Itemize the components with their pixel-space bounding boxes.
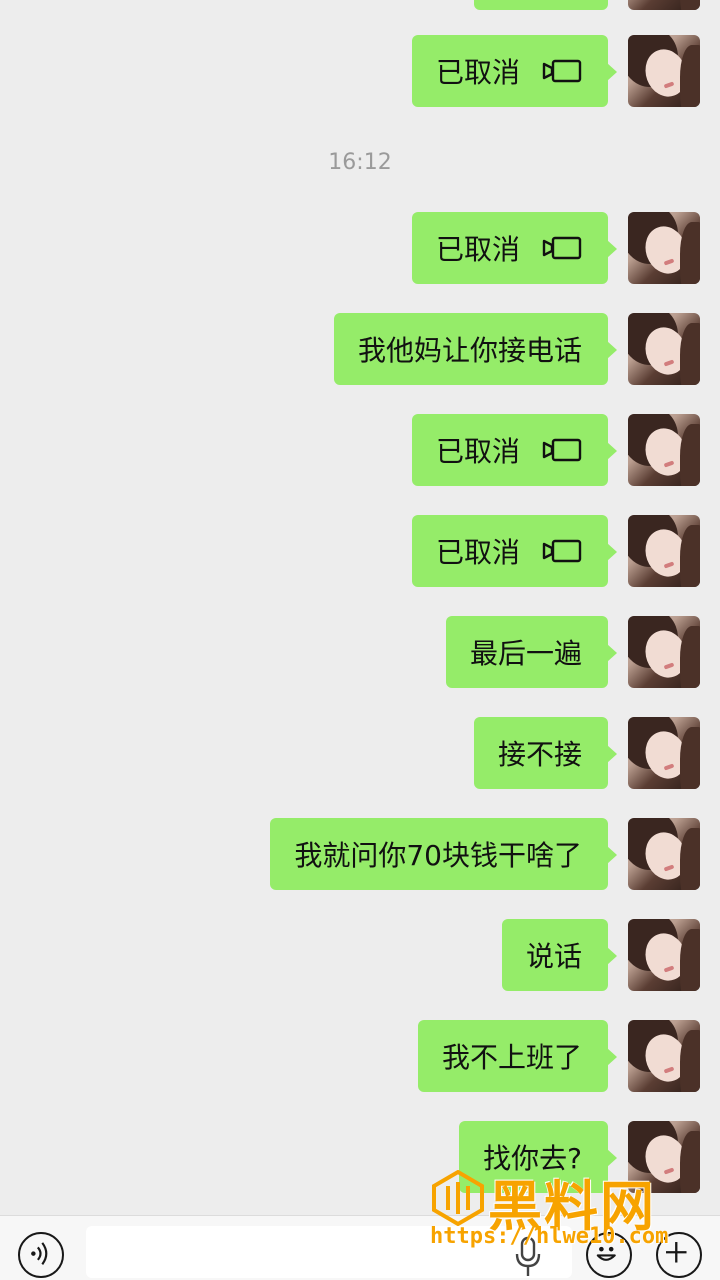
message-row: 已取消 xyxy=(411,35,700,107)
avatar[interactable] xyxy=(628,818,700,890)
message-row: 已取消 xyxy=(411,212,700,284)
watermark-url: https://hlwe10.com xyxy=(430,1224,669,1249)
avatar[interactable] xyxy=(628,616,700,688)
avatar[interactable] xyxy=(628,1020,700,1092)
message-text: 我不上班了 xyxy=(441,1041,582,1074)
message-bubble[interactable] xyxy=(474,0,608,10)
message-row: 我他妈让你接电话 xyxy=(333,313,700,385)
video-call-icon xyxy=(542,438,582,462)
message-bubble[interactable]: 我他妈让你接电话 xyxy=(333,313,618,385)
avatar[interactable] xyxy=(628,313,700,385)
watermark: 黑料网 https://hlwe10.com xyxy=(430,1162,710,1262)
message-bubble[interactable]: 接不接 xyxy=(473,717,618,789)
message-text: 已取消 xyxy=(435,233,520,266)
message-text: 已取消 xyxy=(435,56,520,89)
video-call-icon xyxy=(542,539,582,563)
message-text: 最后一遍 xyxy=(469,637,582,670)
video-call-bubble[interactable]: 已取消 xyxy=(411,515,618,587)
video-call-bubble[interactable]: 已取消 xyxy=(411,212,618,284)
message-row: 已取消 xyxy=(411,414,700,486)
avatar[interactable] xyxy=(628,515,700,587)
chat-area[interactable]: 已取消 16:12 已取消 我他妈让你接电话 已取消 已取消 最后一遍 接不接 … xyxy=(0,0,720,1215)
message-text: 我他妈让你接电话 xyxy=(357,334,582,367)
avatar[interactable] xyxy=(628,414,700,486)
avatar[interactable] xyxy=(628,212,700,284)
message-bubble[interactable]: 最后一遍 xyxy=(445,616,618,688)
avatar[interactable] xyxy=(628,0,700,10)
message-text: 已取消 xyxy=(435,435,520,468)
message-text: 接不接 xyxy=(497,738,582,771)
message-row xyxy=(474,0,700,10)
message-row: 我就问你70块钱干啥了 xyxy=(270,818,700,890)
avatar[interactable] xyxy=(628,717,700,789)
video-call-bubble[interactable]: 已取消 xyxy=(411,414,618,486)
message-row: 说话 xyxy=(501,919,700,991)
watermark-logo-icon xyxy=(432,1170,484,1226)
voice-icon[interactable] xyxy=(18,1232,64,1278)
video-call-bubble[interactable]: 已取消 xyxy=(411,35,618,107)
message-text: 我就问你70块钱干啥了 xyxy=(294,839,582,872)
message-text: 已取消 xyxy=(435,536,520,569)
message-text: 说话 xyxy=(525,940,582,973)
message-row: 最后一遍 xyxy=(445,616,700,688)
avatar[interactable] xyxy=(628,919,700,991)
message-row: 已取消 xyxy=(411,515,700,587)
message-bubble[interactable]: 说话 xyxy=(501,919,618,991)
video-call-icon xyxy=(542,236,582,260)
message-row: 我不上班了 xyxy=(417,1020,700,1092)
message-bubble[interactable]: 我就问你70块钱干啥了 xyxy=(270,818,617,890)
timestamp: 16:12 xyxy=(328,150,392,175)
avatar[interactable] xyxy=(628,35,700,107)
message-bubble[interactable]: 我不上班了 xyxy=(417,1020,618,1092)
video-call-icon xyxy=(542,59,582,83)
message-row: 接不接 xyxy=(473,717,700,789)
